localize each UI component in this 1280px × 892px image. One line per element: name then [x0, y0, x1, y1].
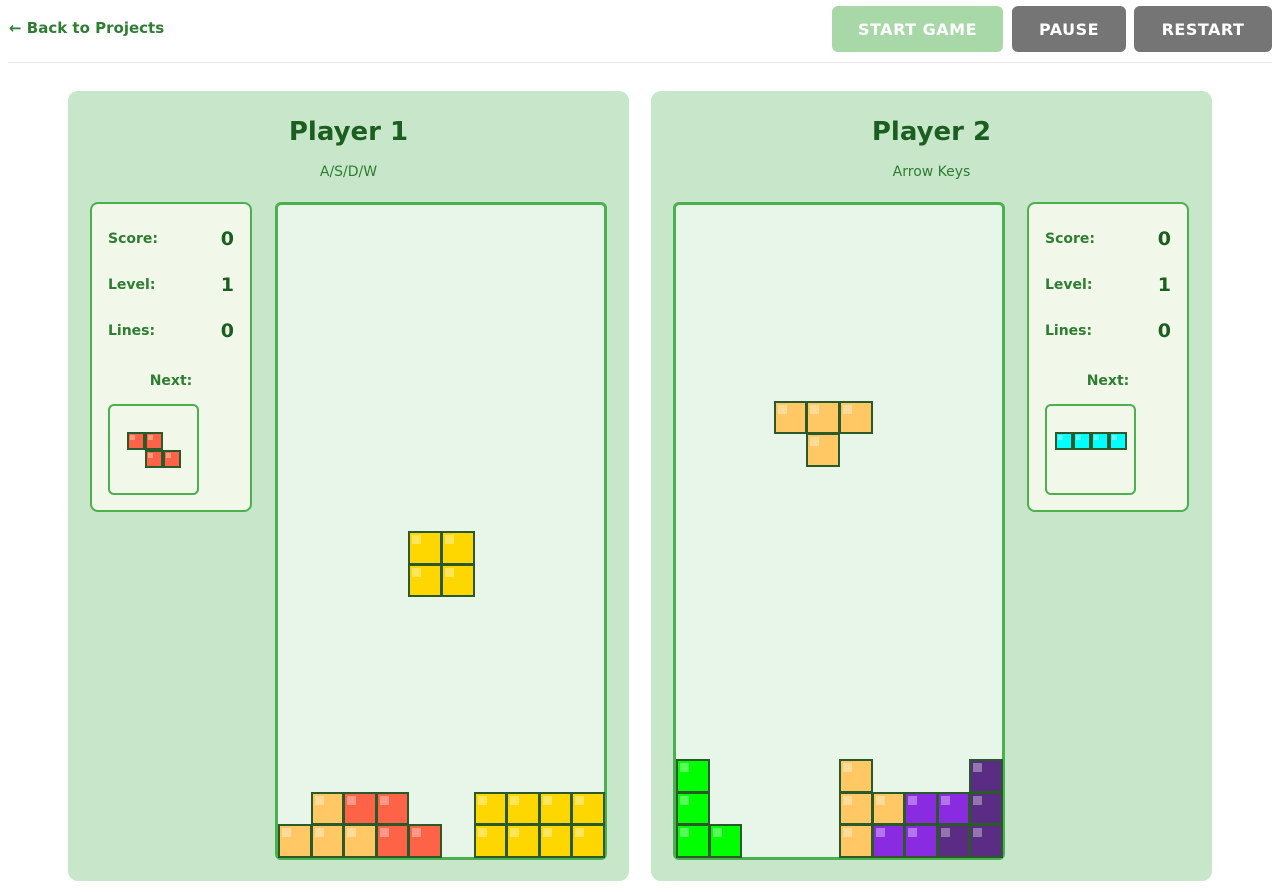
next-piece-preview — [108, 404, 199, 495]
board-block — [375, 791, 410, 826]
board-block — [839, 759, 873, 793]
score-value: 0 — [1157, 228, 1171, 250]
player-1-panel: Player 1 A/S/D/W Score: 0 Level: 1 Lines… — [68, 91, 629, 881]
board-block — [806, 400, 840, 435]
next-label: Next: — [149, 373, 193, 389]
lines-row: Lines: 0 — [1045, 320, 1171, 344]
next-piece-block — [144, 431, 163, 450]
next-piece-block — [144, 449, 163, 468]
board-block — [871, 824, 906, 858]
next-piece-block — [1072, 431, 1091, 450]
next-label: Next: — [1086, 373, 1130, 389]
next-piece-block — [1054, 431, 1073, 450]
board-block — [473, 791, 508, 826]
board-block — [676, 824, 710, 858]
score-value: 0 — [220, 228, 234, 250]
player-1-title: Player 1 — [288, 117, 409, 147]
player-2-title: Player 2 — [871, 117, 992, 147]
board-block — [969, 824, 1003, 858]
top-bar: ← Back to Projects START GAME PAUSE REST… — [8, 0, 1272, 63]
back-to-projects-link[interactable]: ← Back to Projects — [9, 19, 164, 37]
board-block — [936, 824, 971, 858]
board-block — [969, 791, 1003, 826]
board-block — [506, 824, 540, 858]
board-block — [806, 433, 840, 467]
board-block — [506, 791, 540, 826]
board-block — [310, 791, 345, 826]
board-block — [969, 759, 1003, 793]
next-piece-preview — [1045, 404, 1136, 495]
board-block — [375, 824, 410, 858]
board-block — [408, 531, 442, 565]
level-value: 1 — [220, 274, 234, 296]
level-row: Level: 1 — [1045, 274, 1171, 298]
board-block — [904, 824, 938, 858]
lines-value: 0 — [220, 320, 234, 342]
board-block — [904, 791, 938, 826]
score-row: Score: 0 — [1045, 228, 1171, 252]
board-block — [708, 824, 743, 858]
lines-row: Lines: 0 — [108, 320, 234, 344]
level-label: Level: — [1045, 277, 1093, 293]
board-block — [408, 563, 442, 598]
board-block — [571, 791, 605, 826]
restart-button[interactable]: RESTART — [1134, 6, 1272, 52]
player-1-controls: A/S/D/W — [319, 164, 378, 180]
board-block — [278, 824, 312, 858]
next-piece-block — [1108, 431, 1127, 450]
board-block — [676, 791, 710, 826]
player-2-board — [673, 202, 1005, 860]
board-block — [473, 824, 508, 858]
lines-label: Lines: — [1045, 323, 1093, 339]
lines-label: Lines: — [108, 323, 156, 339]
board-block — [773, 400, 808, 435]
board-block — [441, 563, 475, 598]
board-block — [538, 791, 573, 826]
board-block — [839, 791, 873, 826]
board-block — [676, 759, 710, 793]
pause-button[interactable]: PAUSE — [1012, 6, 1126, 52]
lines-value: 0 — [1157, 320, 1171, 342]
score-label: Score: — [108, 231, 158, 247]
level-label: Level: — [108, 277, 156, 293]
board-block — [571, 824, 605, 858]
player-1-stats: Score: 0 Level: 1 Lines: 0 Next: — [90, 202, 252, 512]
board-block — [441, 531, 475, 565]
board-block — [310, 824, 345, 858]
next-piece-block — [126, 431, 145, 450]
board-block — [343, 824, 377, 858]
player-2-stats: Score: 0 Level: 1 Lines: 0 Next: — [1027, 202, 1189, 512]
level-row: Level: 1 — [108, 274, 234, 298]
score-row: Score: 0 — [108, 228, 234, 252]
level-value: 1 — [1157, 274, 1171, 296]
board-block — [538, 824, 573, 858]
next-piece-block — [162, 449, 181, 468]
start-game-button[interactable]: START GAME — [832, 6, 1003, 52]
next-piece-block — [1090, 431, 1109, 450]
board-block — [408, 824, 442, 858]
player-2-panel: Player 2 Arrow Keys Score: 0 Level: 1 Li… — [651, 91, 1212, 881]
score-label: Score: — [1045, 231, 1095, 247]
board-block — [871, 791, 906, 826]
board-block — [936, 791, 971, 826]
player-2-controls: Arrow Keys — [892, 164, 971, 180]
board-block — [343, 791, 377, 826]
board-block — [839, 400, 873, 435]
player-1-board — [275, 202, 607, 860]
board-block — [839, 824, 873, 858]
